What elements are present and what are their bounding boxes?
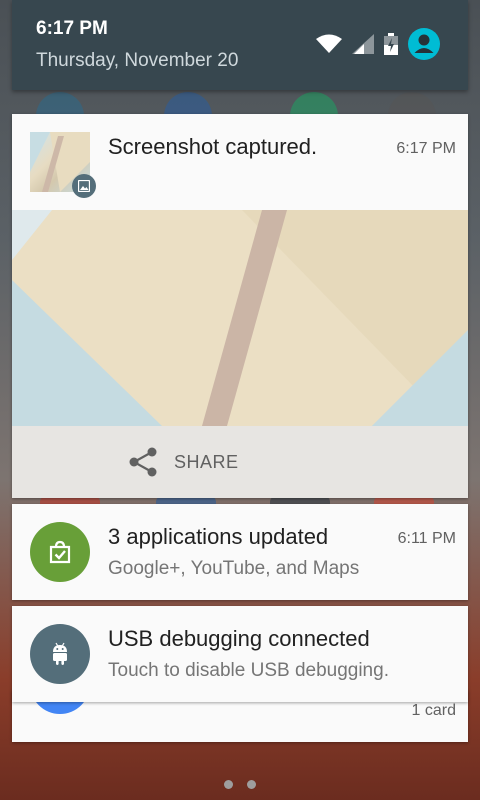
share-button[interactable]: SHARE [128, 440, 239, 484]
page-indicator [0, 780, 480, 789]
screenshot-preview[interactable] [12, 210, 468, 426]
image-icon [72, 174, 96, 198]
notification-title: Screenshot captured. [108, 134, 318, 159]
usb-debugging-notification[interactable]: USB debugging connected Touch to disable… [12, 606, 468, 702]
user-avatar-icon[interactable] [408, 28, 440, 60]
clock-time: 6:17 PM [36, 18, 108, 39]
status-icons [316, 28, 440, 60]
apps-updated-notification[interactable]: 3 applications updated Google+, YouTube,… [12, 504, 468, 600]
android-icon [30, 624, 90, 684]
notification-subtitle: Google+, YouTube, and Maps [108, 558, 360, 579]
page-dot[interactable] [247, 780, 256, 789]
battery-icon [384, 33, 398, 55]
cell-signal-icon [352, 34, 374, 54]
notification-title: 3 applications updated [108, 524, 329, 549]
quick-status-header[interactable]: 6:17 PM Thursday, November 20 [12, 0, 468, 90]
share-icon [129, 447, 157, 477]
share-label: SHARE [174, 451, 239, 472]
date-label: Thursday, November 20 [36, 50, 239, 71]
notification-time: 6:11 PM [397, 530, 456, 547]
notification-time: 6:17 PM [396, 140, 456, 157]
screenshot-notification[interactable]: Screenshot captured. 6:17 PM SHARE [12, 114, 468, 498]
notification-title: USB debugging connected [108, 626, 370, 651]
page-dot[interactable] [224, 780, 233, 789]
stacked-count: 1 card [411, 702, 456, 719]
notification-actions: SHARE [12, 426, 468, 498]
screenshot-notification-header[interactable]: Screenshot captured. 6:17 PM [12, 114, 468, 210]
play-store-update-icon [30, 522, 90, 582]
wifi-icon [316, 34, 342, 53]
background-app-icons [0, 92, 480, 116]
notification-subtitle: Touch to disable USB debugging. [108, 660, 389, 681]
